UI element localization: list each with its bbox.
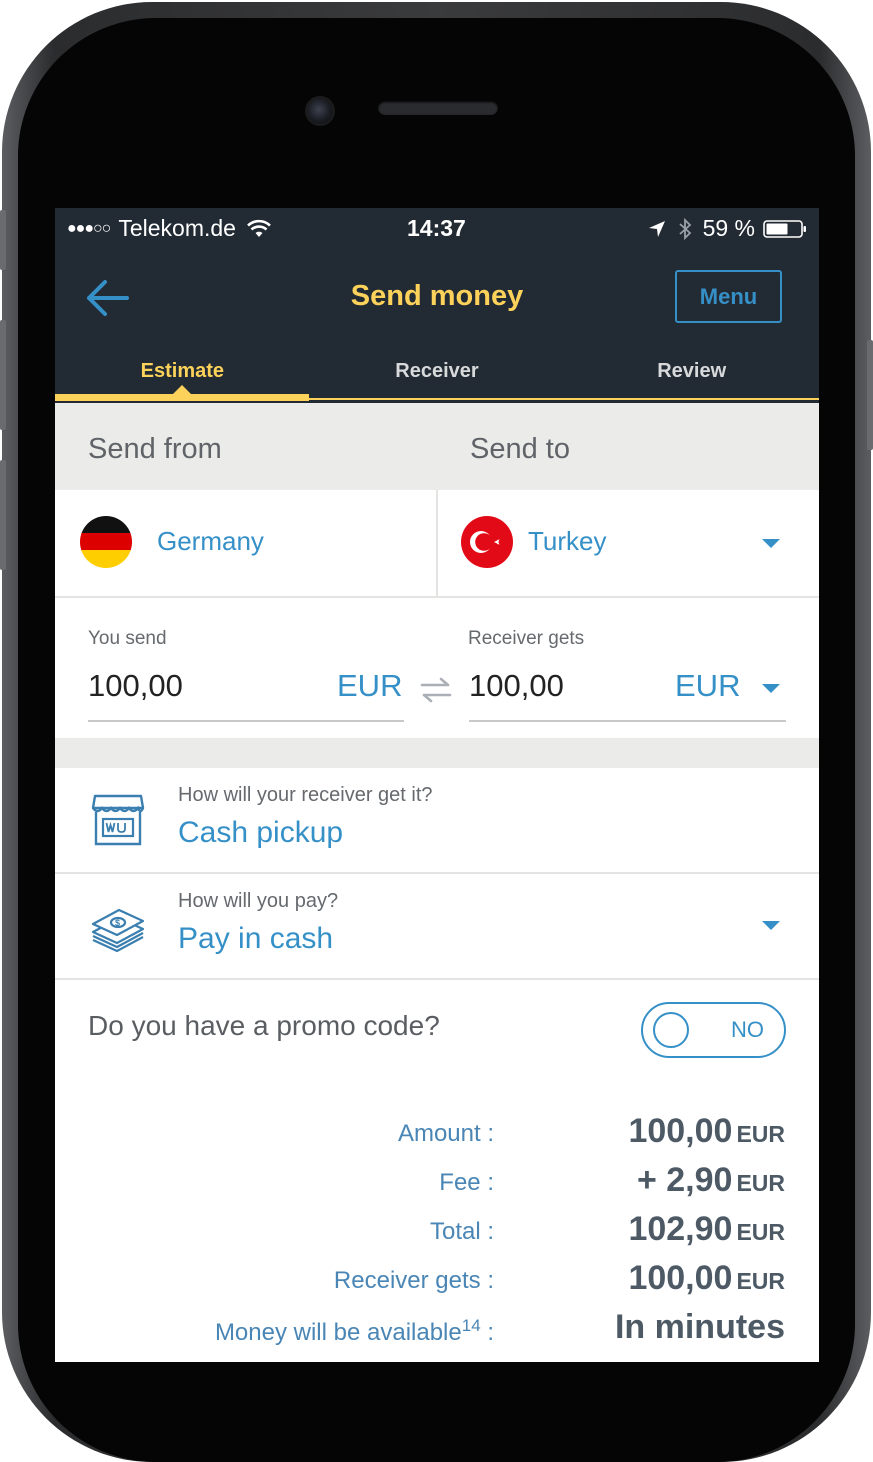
delivery-method-row[interactable]: How will your receiver get it? Cash pick… bbox=[55, 768, 819, 874]
payment-answer: Pay in cash bbox=[178, 922, 334, 955]
summary-row-fee: Fee : + 2,90 EUR bbox=[55, 1157, 819, 1205]
toggle-knob bbox=[653, 1012, 689, 1048]
phone-volume-up-button bbox=[0, 320, 6, 430]
payment-dropdown-icon bbox=[762, 921, 780, 930]
summary-label: Receiver gets : bbox=[333, 1267, 494, 1294]
receiver-currency-selector[interactable]: EUR bbox=[665, 660, 815, 716]
receiver-gets-currency: EUR bbox=[675, 668, 741, 703]
summary-amount: 102,90 bbox=[628, 1210, 733, 1248]
tab-receiver[interactable]: Receiver bbox=[310, 348, 565, 403]
phone-volume-down-button bbox=[0, 460, 6, 570]
earpiece-speaker bbox=[378, 101, 498, 115]
summary-amount: + 2,90 bbox=[636, 1161, 733, 1199]
tab-review[interactable]: Review bbox=[564, 348, 819, 403]
tab-active-caret bbox=[173, 385, 191, 394]
promo-row: Do you have a promo code? NO bbox=[55, 982, 819, 1076]
to-country-dropdown-icon bbox=[762, 539, 780, 548]
summary-amount: 100,00 bbox=[628, 1259, 733, 1297]
summary-row-availability: Money will be available14 : In minutes bbox=[55, 1304, 819, 1352]
send-from-label: Send from bbox=[88, 433, 222, 465]
turkey-flag-icon bbox=[461, 516, 513, 568]
delivery-question: How will your receiver get it? bbox=[178, 784, 433, 806]
country-row: Germany Turkey bbox=[55, 490, 819, 598]
status-time: 14:37 bbox=[407, 215, 466, 241]
summary-currency: EUR bbox=[736, 1170, 785, 1196]
you-send-input[interactable]: 100,00 bbox=[88, 668, 183, 704]
summary-row-amount: Amount : 100,00 EUR bbox=[55, 1108, 819, 1156]
battery-icon bbox=[763, 219, 806, 238]
summary-currency: EUR bbox=[736, 1219, 785, 1245]
summary-currency: EUR bbox=[736, 1121, 785, 1147]
currency-dropdown-icon bbox=[762, 684, 780, 693]
receiver-gets-label: Receiver gets bbox=[468, 628, 585, 649]
amount-area: You send 100,00 EUR Receiver gets 100,00… bbox=[55, 598, 819, 738]
availability-text: Money will be available bbox=[214, 1319, 462, 1346]
summary-value: 102,90 EUR bbox=[628, 1210, 785, 1249]
route-header: Send from Send to bbox=[55, 403, 819, 490]
you-send-underline bbox=[88, 720, 404, 722]
send-to-label: Send to bbox=[470, 433, 570, 465]
app-header: ●●●○○ Telekom.de 14:37 59 % Send money M… bbox=[55, 208, 819, 403]
promo-toggle[interactable]: NO bbox=[641, 1002, 786, 1058]
front-camera bbox=[305, 96, 335, 126]
summary-row-total: Total : 102,90 EUR bbox=[55, 1206, 819, 1254]
signal-strength: ●●●○○ bbox=[67, 219, 111, 237]
phone-power-button bbox=[867, 340, 873, 450]
location-arrow-icon bbox=[648, 220, 665, 237]
phone-side-button bbox=[0, 210, 6, 270]
to-country-selector[interactable]: Turkey bbox=[438, 490, 819, 596]
summary-value: 100,00 EUR bbox=[628, 1112, 785, 1151]
from-country: Germany bbox=[157, 526, 264, 556]
summary-currency: EUR bbox=[736, 1268, 785, 1294]
promo-label: Do you have a promo code? bbox=[88, 1010, 440, 1041]
toggle-text: NO bbox=[731, 1017, 764, 1042]
status-bar: ●●●○○ Telekom.de 14:37 59 % bbox=[55, 208, 819, 250]
summary-value: + 2,90 EUR bbox=[637, 1161, 785, 1200]
summary-value: 100,00 EUR bbox=[628, 1259, 785, 1298]
summary-amount: 100,00 bbox=[628, 1112, 733, 1150]
store-icon bbox=[91, 794, 145, 846]
svg-text:$: $ bbox=[115, 918, 120, 928]
tab-active-indicator bbox=[55, 394, 309, 401]
payment-question: How will you pay? bbox=[178, 890, 339, 912]
app-screen: ●●●○○ Telekom.de 14:37 59 % Send money M… bbox=[55, 208, 819, 1362]
menu-button[interactable]: Menu bbox=[675, 270, 782, 323]
you-send-currency: EUR bbox=[337, 668, 403, 703]
delivery-answer: Cash pickup bbox=[178, 816, 344, 849]
availability-colon: : bbox=[480, 1319, 494, 1346]
bluetooth-icon bbox=[678, 217, 691, 240]
swap-arrows-icon[interactable] bbox=[419, 676, 453, 704]
summary-label: Amount : bbox=[397, 1120, 494, 1147]
germany-flag-icon bbox=[80, 516, 132, 568]
summary-row-receiver-gets: Receiver gets : 100,00 EUR bbox=[55, 1255, 819, 1303]
cash-icon: $ bbox=[91, 908, 145, 953]
you-send-label: You send bbox=[88, 628, 167, 649]
to-country: Turkey bbox=[528, 526, 607, 556]
wifi-icon bbox=[247, 219, 271, 237]
carrier-name: Telekom.de bbox=[118, 215, 236, 241]
receiver-gets-underline bbox=[469, 720, 786, 722]
summary-label: Total : bbox=[429, 1218, 494, 1245]
availability-label: Money will be available14 : bbox=[215, 1316, 494, 1347]
battery-percentage: 59 % bbox=[702, 215, 755, 241]
availability-value: In minutes bbox=[614, 1308, 785, 1346]
section-separator bbox=[55, 738, 819, 768]
footnote-marker: 14 bbox=[461, 1316, 481, 1335]
summary-label: Fee : bbox=[439, 1169, 494, 1196]
payment-method-row[interactable]: $ How will you pay? Pay in cash bbox=[55, 874, 819, 980]
receiver-gets-input[interactable]: 100,00 bbox=[469, 668, 564, 704]
